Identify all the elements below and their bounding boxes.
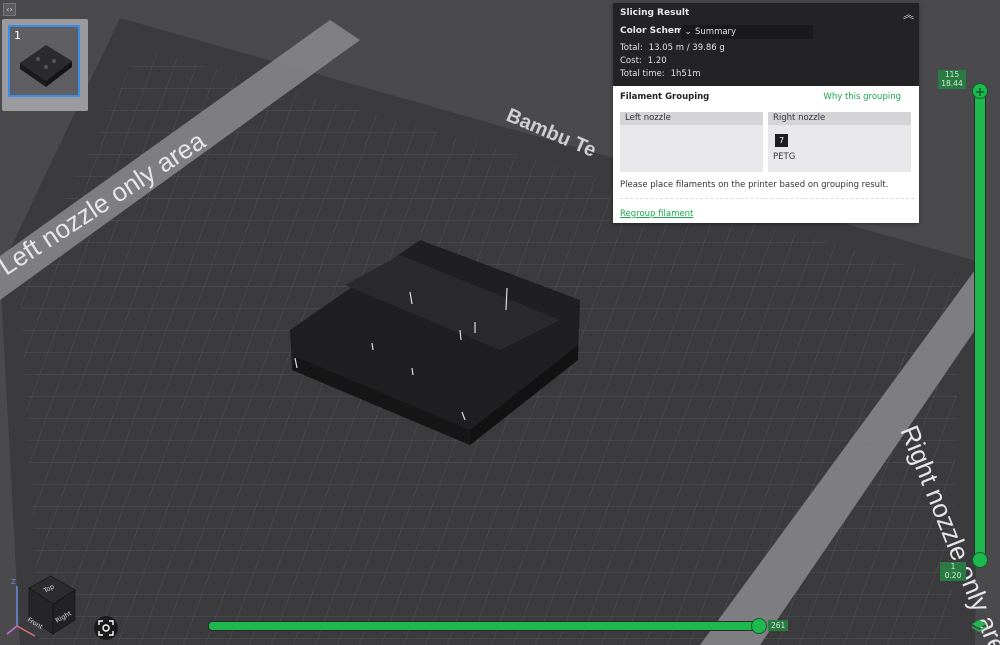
expand-arrows-icon[interactable]: ‹›: [3, 3, 16, 16]
slicing-summary: Slicing Result ︽ Color Scheme ⌄ Summary T…: [613, 3, 919, 86]
layer-slider-track[interactable]: [974, 90, 986, 562]
plate-thumbnail[interactable]: 1: [8, 25, 80, 97]
top-layer-height: 18.44: [941, 79, 963, 88]
filament-grouping-title: Filament Grouping: [620, 92, 710, 102]
why-grouping-link[interactable]: Why this grouping: [823, 92, 901, 102]
color-scheme-value: Summary: [695, 27, 737, 37]
bottom-layer-height: 0.20: [944, 571, 962, 580]
left-nozzle-label: Left nozzle: [620, 112, 763, 125]
layers-icon[interactable]: [971, 618, 987, 634]
time-value: 1h51m: [670, 69, 701, 79]
layer-bottom-label: 1 0.20: [940, 562, 966, 581]
color-scheme-select[interactable]: ⌄ Summary: [681, 25, 813, 39]
filament-name: PETG: [773, 152, 796, 162]
time-label: Total time:: [620, 69, 665, 79]
plus-icon: [976, 88, 984, 96]
filament-chip[interactable]: 7: [775, 134, 788, 147]
bottom-layer-number: 1: [950, 562, 956, 571]
total-row: Total: 13.05 m / 39.86 g: [620, 43, 725, 53]
left-nozzle-box: Left nozzle: [620, 112, 763, 172]
layer-slider-top-handle[interactable]: [972, 83, 988, 99]
move-slider-handle[interactable]: [751, 618, 767, 634]
time-row: Total time: 1h51m: [620, 69, 701, 79]
grouping-note: Please place filaments on the printer ba…: [620, 180, 889, 190]
top-layer-number: 115: [944, 70, 960, 79]
divider: [620, 198, 914, 199]
chevron-down-icon: ⌄: [684, 27, 692, 37]
move-slider-value: 261: [768, 620, 789, 631]
fit-view-icon: [98, 620, 114, 636]
move-slider-track[interactable]: [208, 621, 762, 631]
color-scheme-label: Color Scheme: [620, 26, 690, 36]
panel-title: Slicing Result: [620, 8, 690, 18]
axis-z-label: Z: [11, 578, 16, 586]
fit-view-button[interactable]: [94, 616, 118, 640]
total-label: Total:: [620, 43, 643, 53]
layer-slider-bottom-handle[interactable]: [972, 552, 988, 568]
navigation-cube[interactable]: Top Front Right Z: [5, 568, 77, 640]
right-nozzle-label: Right nozzle: [768, 112, 911, 125]
plate-preview-icon: [20, 45, 72, 87]
cost-value: 1.20: [647, 56, 667, 66]
cost-label: Cost:: [620, 56, 642, 66]
plate-list: 1: [2, 19, 88, 111]
total-value: 13.05 m / 39.86 g: [648, 43, 725, 53]
regroup-filament-link[interactable]: Regroup filament: [620, 209, 693, 219]
cost-row: Cost: 1.20: [620, 56, 667, 66]
slicing-result-panel: Slicing Result ︽ Color Scheme ⌄ Summary T…: [613, 3, 919, 223]
layer-top-label: 115 18.44: [938, 70, 966, 89]
chevron-up-icon[interactable]: ︽: [903, 6, 914, 22]
right-nozzle-box: Right nozzle 7 PETG: [768, 112, 911, 172]
